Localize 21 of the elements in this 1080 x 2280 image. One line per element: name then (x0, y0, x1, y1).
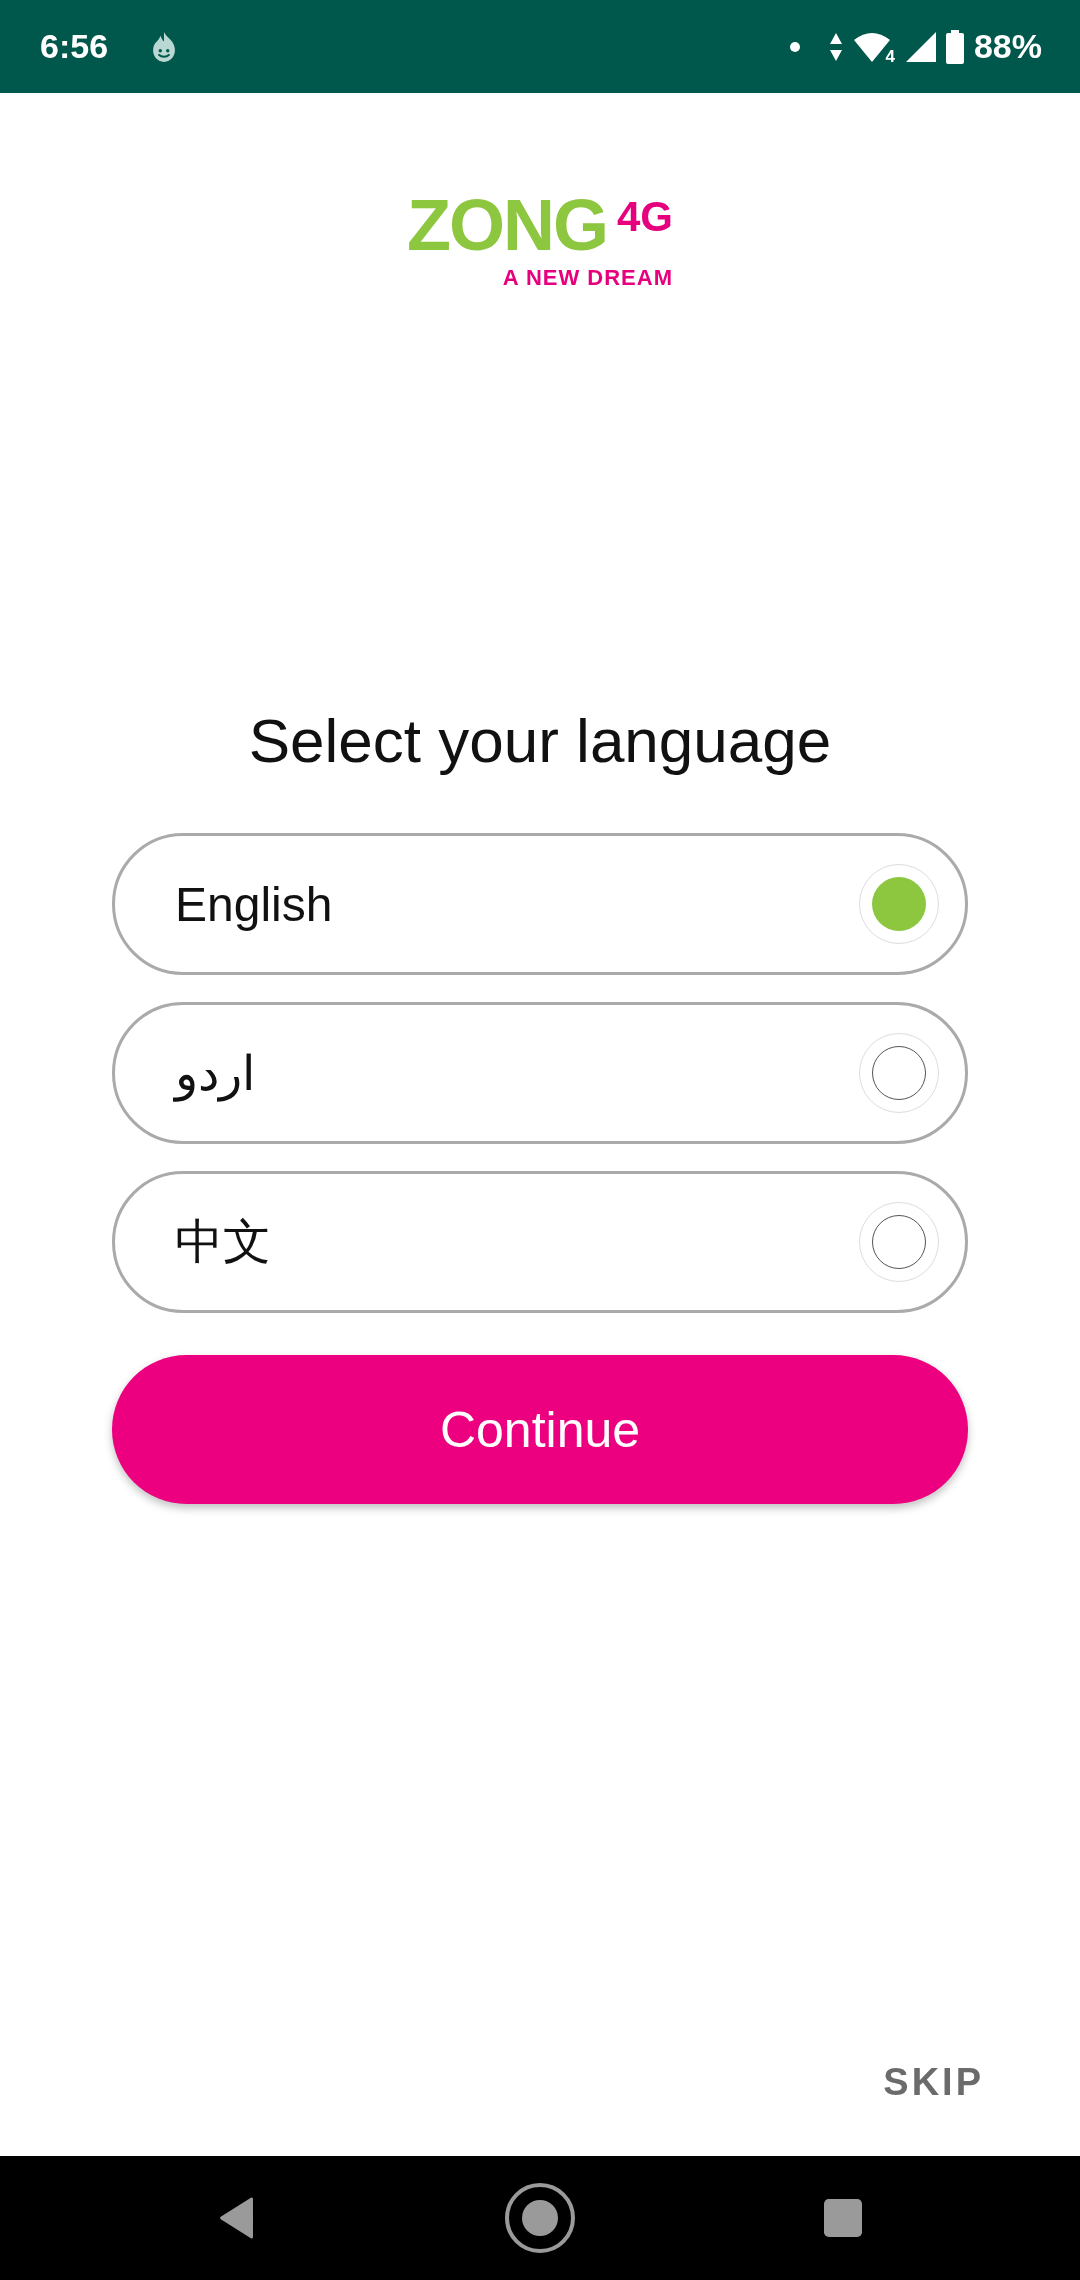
language-option[interactable]: اردو (112, 1002, 968, 1144)
logo-suffix: 4G (616, 195, 673, 239)
continue-button[interactable]: Continue (112, 1355, 968, 1504)
battery-percent: 88% (973, 27, 1042, 66)
language-label: English (175, 876, 334, 932)
language-label: اردو (175, 1046, 256, 1101)
language-label: 中文 (175, 1214, 272, 1270)
battery-icon (945, 29, 964, 64)
language-option[interactable]: English (112, 833, 968, 975)
recents-icon[interactable] (824, 2197, 862, 2239)
language-option[interactable]: 中文 (112, 1171, 968, 1313)
signal-icon (905, 31, 936, 62)
back-icon[interactable] (218, 2197, 256, 2239)
data-arrows-icon (829, 32, 842, 61)
home-icon[interactable] (504, 2182, 576, 2254)
skip-button[interactable]: SKIP (883, 2061, 984, 2104)
screen-title: Select your language (247, 709, 833, 773)
logo-wordmark: ZONG (407, 193, 607, 257)
notification-dot-icon (789, 41, 800, 52)
status-time: 6:56 (40, 27, 109, 66)
logo-tagline: A NEW DREAM (502, 265, 673, 291)
